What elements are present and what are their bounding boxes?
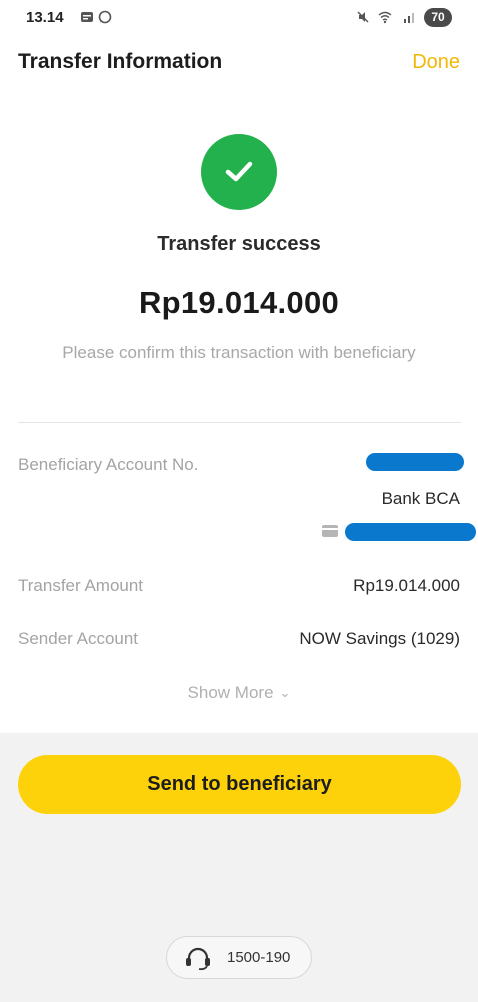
- battery-icon: 70: [424, 8, 452, 27]
- status-bar: 13.14 70: [0, 0, 478, 36]
- signal-icon: [404, 13, 414, 23]
- show-more-button[interactable]: Show More ⌄: [0, 683, 478, 703]
- headset-icon: [186, 947, 210, 971]
- photo-icon: [81, 12, 93, 22]
- sender-account-label: Sender Account: [18, 629, 139, 648]
- wifi-icon: [378, 11, 392, 24]
- redacted-beneficiary-name: [345, 523, 476, 541]
- send-to-beneficiary-button[interactable]: Send to beneficiary: [18, 755, 461, 814]
- chevron-down-icon: ⌄: [279, 685, 291, 700]
- beneficiary-account-label: Beneficiary Account No.: [18, 455, 199, 474]
- transfer-amount-label: Transfer Amount: [18, 576, 144, 595]
- transfer-amount-heading: Rp19.014.000: [138, 285, 340, 320]
- main-panel: 13.14 70 Transfer Information Done Trans…: [0, 0, 478, 733]
- done-button[interactable]: Done: [412, 51, 460, 74]
- page-title: Transfer Information: [18, 50, 223, 73]
- whatsapp-icon: [98, 10, 112, 24]
- redacted-account-number: [366, 453, 464, 471]
- status-time: 13.14: [26, 9, 64, 26]
- show-more-label: Show More: [187, 683, 274, 702]
- divider: [18, 422, 461, 423]
- helpline-button[interactable]: 1500-190: [166, 936, 312, 979]
- helpline-number: 1500-190: [227, 949, 291, 966]
- transfer-amount-value: Rp19.014.000: [353, 576, 460, 595]
- card-icon: [322, 525, 338, 537]
- beneficiary-bank: Bank BCA: [381, 489, 460, 508]
- sender-account-value: NOW Savings (1029): [299, 629, 460, 648]
- confirm-note: Please confirm this transaction with ben…: [62, 343, 416, 362]
- success-title: Transfer success: [157, 233, 321, 255]
- mute-icon: [357, 11, 369, 23]
- success-check-icon: [201, 134, 277, 210]
